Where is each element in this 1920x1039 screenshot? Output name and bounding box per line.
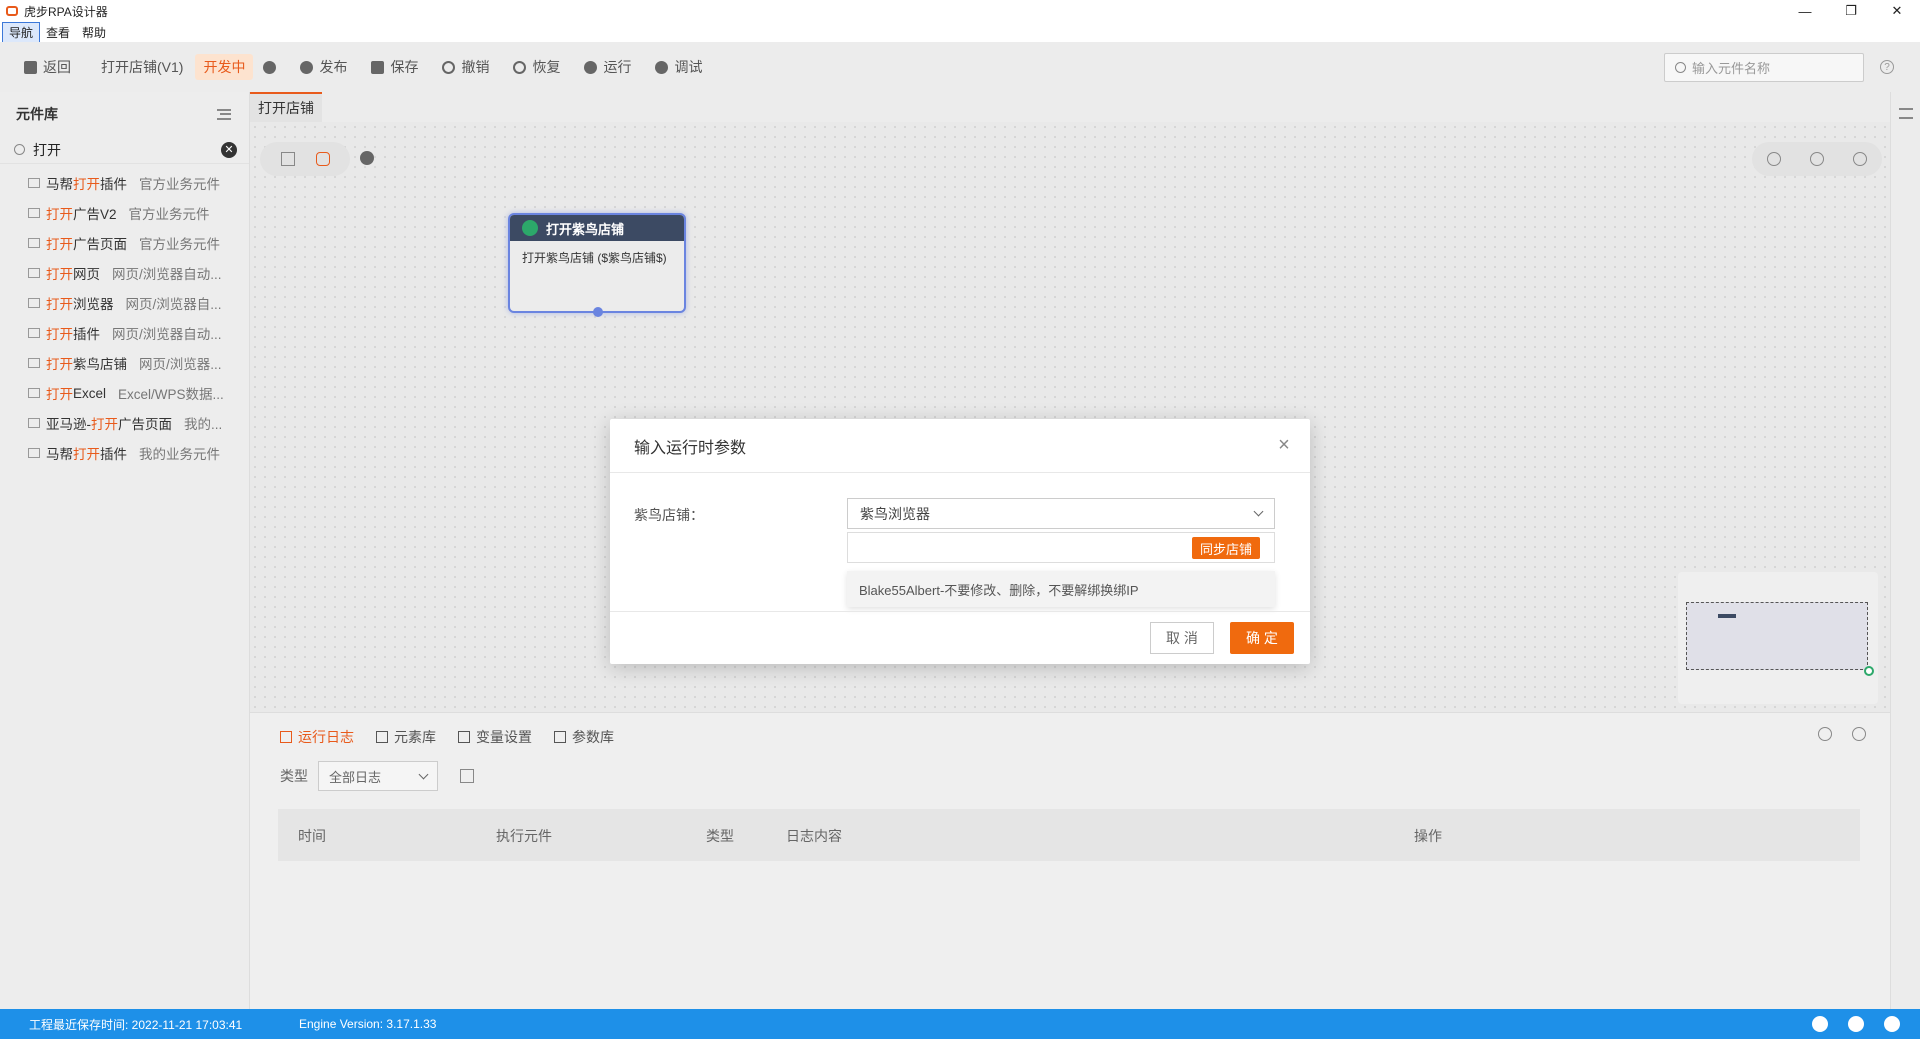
runtime-params-dialog: 输入运行时参数 × 紫鸟店铺： 紫鸟浏览器 同步店铺 Blake55Albert…: [610, 419, 1310, 664]
flask-icon[interactable]: [1812, 1016, 1828, 1032]
dialog-divider: [610, 611, 1310, 612]
close-window-button[interactable]: ✕: [1874, 0, 1920, 22]
cancel-button[interactable]: 取 消: [1150, 622, 1214, 654]
store-option-label: Blake55Albert-不要修改、删除，不要解绑换绑IP: [859, 582, 1139, 598]
menu-view[interactable]: 查看: [40, 23, 76, 42]
window-controls: — ❐ ✕: [1782, 0, 1920, 22]
store-input[interactable]: 同步店铺: [847, 532, 1275, 563]
window-title: 虎步RPA设计器: [24, 4, 108, 19]
browser-select-value: 紫鸟浏览器: [860, 505, 930, 522]
menu-help[interactable]: 帮助: [76, 23, 112, 42]
menu-bar: 导航 查看 帮助: [0, 21, 1920, 43]
sync-store-button[interactable]: 同步店铺: [1191, 537, 1260, 559]
help-circle-icon[interactable]: [1848, 1016, 1864, 1032]
close-icon[interactable]: ×: [1274, 435, 1294, 455]
chevron-down-icon: [1253, 506, 1264, 517]
confirm-button[interactable]: 确 定: [1230, 622, 1294, 654]
browser-select[interactable]: 紫鸟浏览器: [847, 498, 1275, 529]
gear-icon[interactable]: [1884, 1016, 1900, 1032]
last-saved-text: 工程最近保存时间: 2022-11-21 17:03:41: [29, 1017, 243, 1032]
title-bar: 虎步RPA设计器 — ❐ ✕: [0, 0, 1920, 22]
restore-button[interactable]: ❐: [1828, 0, 1874, 22]
status-bar: 工程最近保存时间: 2022-11-21 17:03:41 Engine Ver…: [0, 1009, 1920, 1039]
dialog-title: 输入运行时参数: [610, 419, 1310, 473]
app-logo-icon: [6, 6, 18, 16]
engine-version: Engine Version: 3.17.1.33: [299, 1017, 437, 1031]
minimize-button[interactable]: —: [1782, 0, 1828, 22]
store-option[interactable]: Blake55Albert-不要修改、删除，不要解绑换绑IP: [847, 571, 1275, 607]
store-field-label: 紫鸟店铺：: [634, 507, 704, 523]
menu-nav[interactable]: 导航: [2, 21, 41, 43]
